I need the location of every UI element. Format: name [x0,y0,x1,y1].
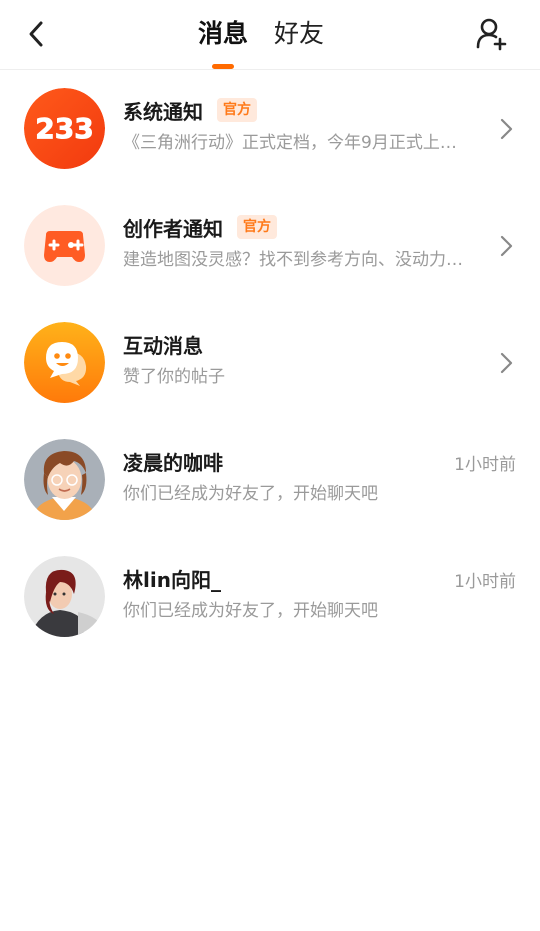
add-friend-button[interactable] [472,14,512,54]
chevron-right-icon [500,352,513,374]
message-title: 林lin向阳_ [123,567,221,592]
message-preview: 建造地图没灵感？找不到参考方向、没动力… [123,250,463,270]
active-tab-indicator [212,64,234,69]
chevron-left-icon [29,21,43,47]
message-preview: 赞了你的帖子 [123,367,225,387]
message-title: 互动消息 [123,333,203,358]
system-avatar: 233 [24,88,105,169]
tab-messages-label: 消息 [198,19,249,48]
message-title: 系统通知 [123,99,203,124]
back-button[interactable] [18,16,54,52]
top-bar: 消息 好友 [0,0,540,70]
system-title-wrap: 系统通知 官方 [123,95,257,125]
message-preview: 《三角洲行动》正式定档，今年9月正式上… [123,133,457,153]
message-title: 创作者通知 [123,216,223,241]
233-logo-icon: 233 [24,88,105,169]
interaction-avatar [24,322,105,403]
user-avatar [24,439,105,520]
message-row-system[interactable]: 233 系统通知 官方 《三角洲行动》正式定档，今年9月正式上… [0,71,540,188]
tab-bar: 消息 好友 [198,14,324,69]
friend-title-wrap: 凌晨的咖啡 [123,446,223,476]
add-user-icon [476,18,507,51]
chevron-right-icon [500,235,513,257]
message-row-friend[interactable]: 凌晨的咖啡 1小时前 你们已经成为好友了，开始聊天吧 [0,422,540,539]
message-row-creator[interactable]: 创作者通知 官方 建造地图没灵感？找不到参考方向、没动力… [0,188,540,305]
233-logo-text: 233 [35,112,93,145]
interaction-title-wrap: 互动消息 [123,329,203,359]
message-list: 233 系统通知 官方 《三角洲行动》正式定档，今年9月正式上… 创作者通知 官… [0,71,540,656]
creator-title-wrap: 创作者通知 官方 [123,212,277,242]
user-avatar-illustration [24,439,105,520]
chevron-right-icon [500,118,513,140]
chat-bubble-icon [24,322,105,403]
user-avatar-illustration [24,556,105,637]
gamepad-icon [24,205,105,286]
tab-friends[interactable]: 好友 [274,14,324,54]
message-preview: 你们已经成为好友了，开始聊天吧 [123,601,378,621]
official-badge: 官方 [217,98,257,122]
creator-avatar [24,205,105,286]
official-badge: 官方 [237,215,277,239]
tab-messages[interactable]: 消息 [198,14,249,69]
message-time: 1小时前 [454,455,516,475]
message-title: 凌晨的咖啡 [123,450,223,475]
message-row-interaction[interactable]: 互动消息 赞了你的帖子 [0,305,540,422]
message-row-friend[interactable]: 林lin向阳_ 1小时前 你们已经成为好友了，开始聊天吧 [0,539,540,656]
tab-friends-label: 好友 [274,19,325,48]
message-preview: 你们已经成为好友了，开始聊天吧 [123,484,378,504]
user-avatar [24,556,105,637]
friend-title-wrap: 林lin向阳_ [123,563,221,593]
message-time: 1小时前 [454,572,516,592]
